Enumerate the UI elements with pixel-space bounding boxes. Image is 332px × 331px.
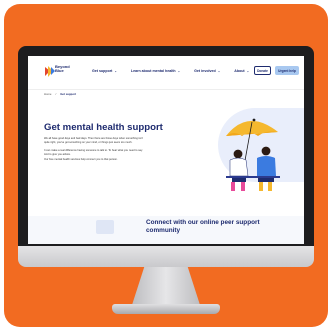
peer-support-heading: Connect with our online peer support com… xyxy=(146,219,260,234)
hero-paragraph: We all have good days and bad days. Then… xyxy=(44,137,144,144)
breadcrumb-current: Get support xyxy=(60,92,77,96)
chevron-down-icon: ⌄ xyxy=(114,69,117,73)
logo-text: Beyond Blue xyxy=(55,64,70,74)
hero-paragraph: Our free mental health services help con… xyxy=(44,158,118,161)
monitor-stand-base xyxy=(112,304,220,314)
urgent-help-button[interactable]: Urgent help xyxy=(275,66,299,75)
monitor-bezel: Beyond Blue Get support ⌄ Learn about men… xyxy=(18,46,314,246)
chevron-down-icon: ⌄ xyxy=(177,69,181,73)
monitor-stand-neck xyxy=(132,267,200,305)
breadcrumb-separator: / xyxy=(55,92,57,96)
page-title: Get mental health support xyxy=(44,122,163,133)
nav-get-support[interactable]: Get support ⌄ xyxy=(92,69,117,73)
community-preview-image xyxy=(96,220,114,234)
site-header: Beyond Blue Get support ⌄ Learn about men… xyxy=(28,56,304,90)
main-nav: Get support ⌄ Learn about mental health ⌄ … xyxy=(92,69,249,73)
nav-learn-about-mental-health[interactable]: Learn about mental health ⌄ xyxy=(131,69,180,73)
nav-get-involved[interactable]: Get involved ⌄ xyxy=(194,69,220,73)
monitor-chin xyxy=(18,246,314,267)
breadcrumb: Home / Get support xyxy=(44,92,76,96)
monitor-screen: Beyond Blue Get support ⌄ Learn about men… xyxy=(28,56,304,244)
orange-frame: Beyond Blue Get support ⌄ Learn about men… xyxy=(4,4,328,327)
donate-button[interactable]: Donate xyxy=(254,66,271,75)
hero-paragraph: It can make a real difference having som… xyxy=(44,149,143,156)
breadcrumb-home[interactable]: Home xyxy=(44,92,51,96)
chevron-down-icon: ⌄ xyxy=(246,69,250,73)
umbrella-people-illustration xyxy=(226,118,280,191)
nav-about[interactable]: About ⌄ xyxy=(234,69,249,73)
chevron-down-icon: ⌄ xyxy=(217,69,221,73)
